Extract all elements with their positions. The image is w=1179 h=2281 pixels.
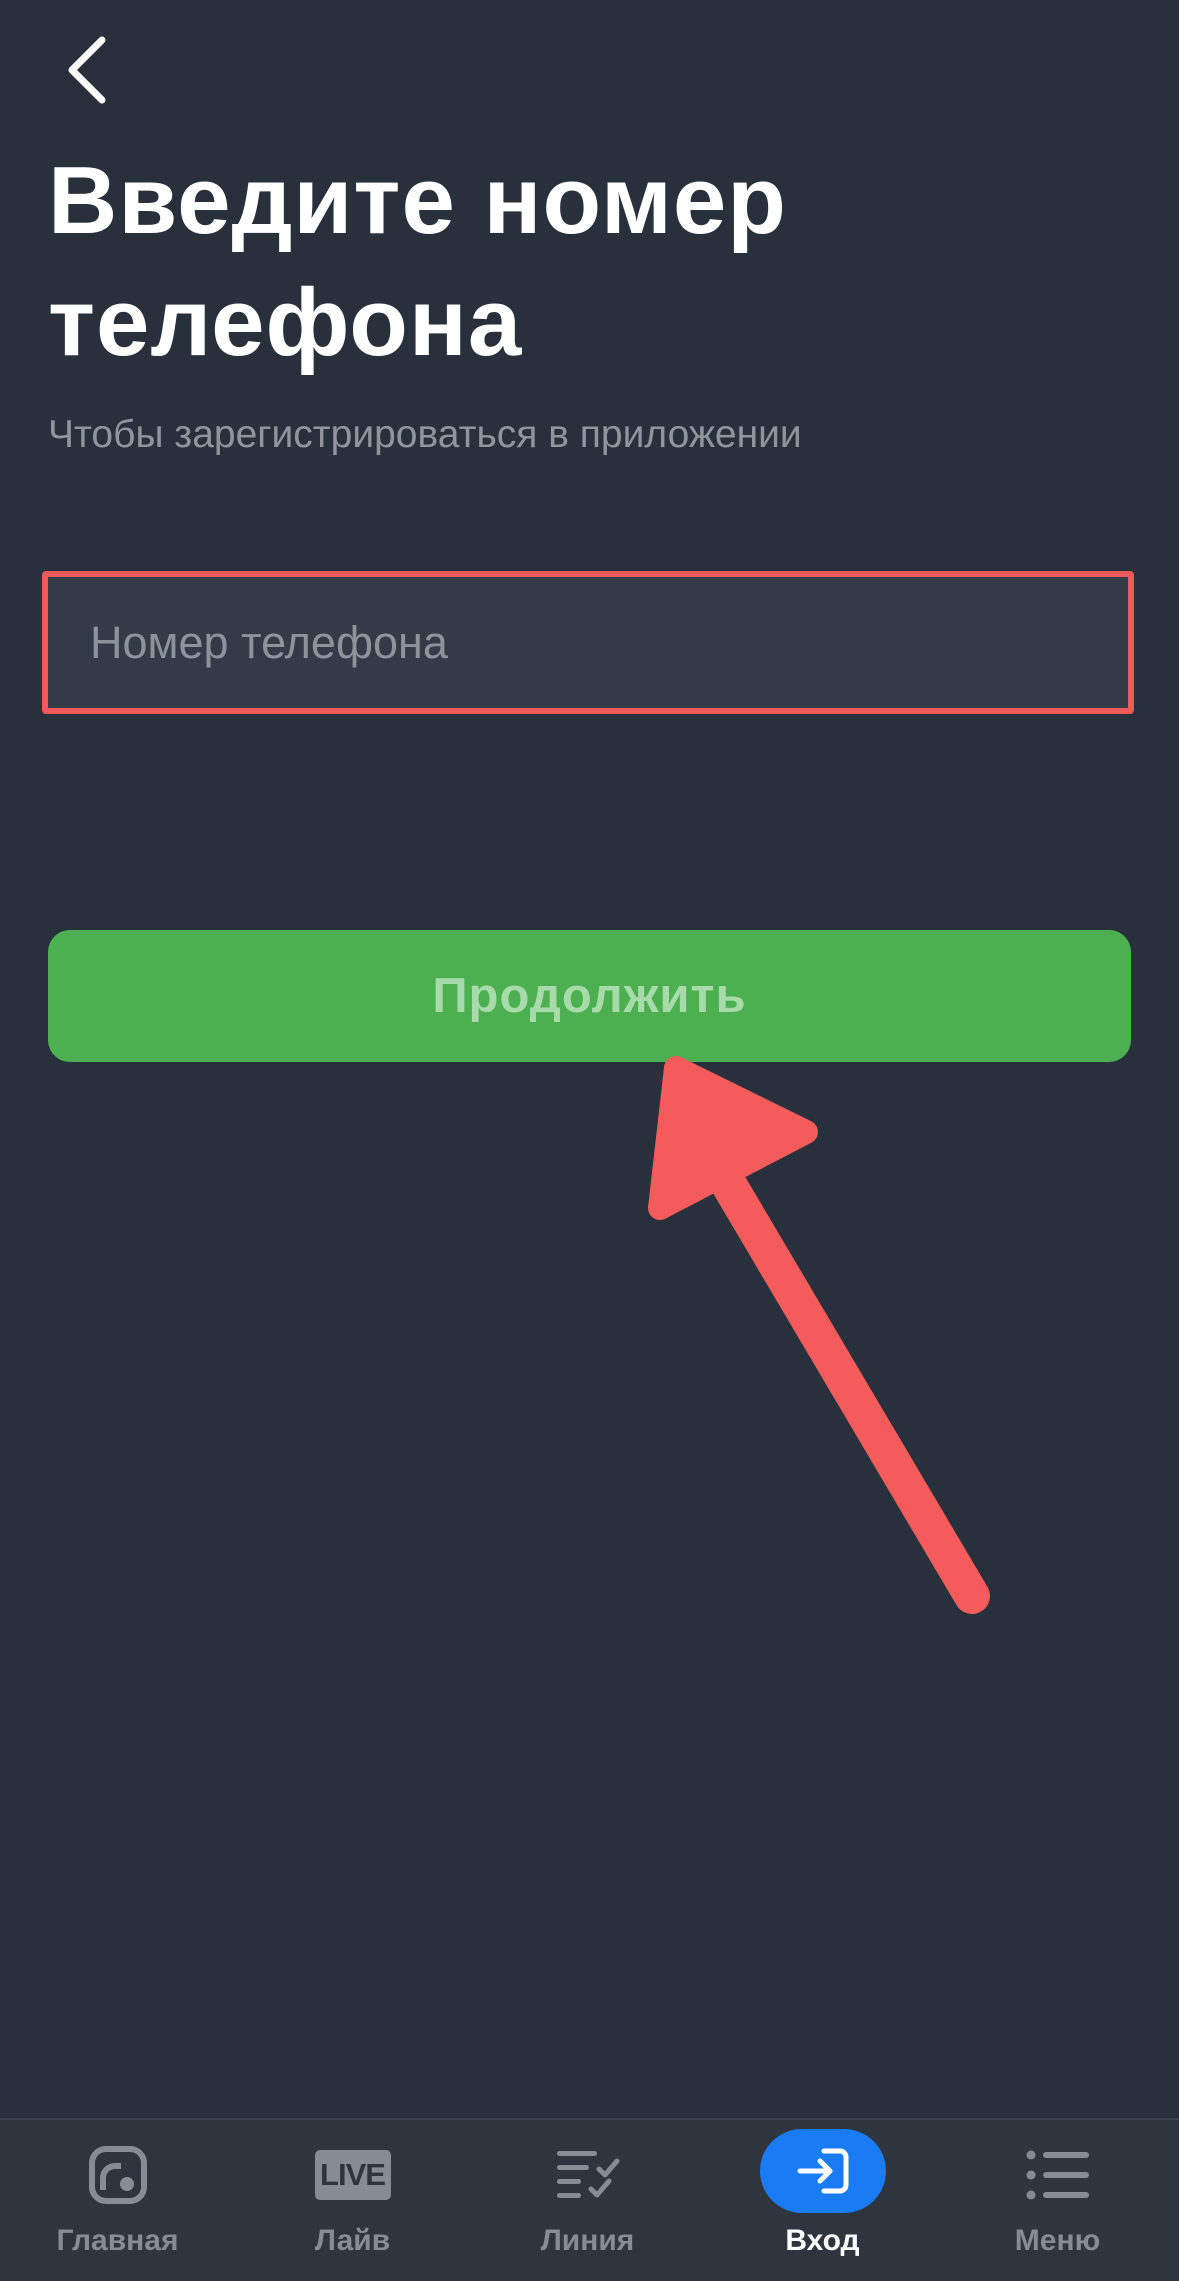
live-badge: LIVE — [314, 2150, 391, 2200]
tab-live[interactable]: LIVE Лайв — [235, 2120, 470, 2281]
checklist-icon — [555, 2142, 621, 2208]
page-subtitle: Чтобы зарегистрироваться в приложении — [48, 413, 802, 456]
live-badge-icon: LIVE — [314, 2142, 391, 2208]
tab-login-icon-wrap — [759, 2129, 886, 2213]
back-button[interactable] — [50, 30, 130, 110]
tab-login[interactable]: Вход — [705, 2120, 940, 2281]
annotation-arrow — [620, 1040, 1040, 1630]
menu-list-icon — [1025, 2142, 1091, 2208]
tab-label-live: Лайв — [314, 2224, 391, 2257]
phone-field-highlight — [42, 571, 1134, 714]
tab-label-home: Главная — [56, 2224, 179, 2257]
page-title: Введите номер телефона — [48, 140, 1128, 384]
tab-line[interactable]: Линия — [470, 2120, 705, 2281]
chevron-left-icon — [68, 36, 106, 104]
tab-label-line: Линия — [540, 2224, 635, 2257]
tab-menu[interactable]: Меню — [940, 2120, 1175, 2281]
continue-button[interactable]: Продолжить — [48, 930, 1131, 1062]
login-icon — [759, 2129, 886, 2213]
tab-label-login: Вход — [785, 2224, 860, 2257]
arrow-icon — [648, 1056, 990, 1614]
tab-label-menu: Меню — [1014, 2224, 1101, 2257]
home-dashboard-icon — [87, 2142, 149, 2208]
page-title-line-2: телефона — [48, 269, 523, 376]
bottom-tab-bar: Главная LIVE Лайв Линия Вход Меню — [0, 2118, 1179, 2281]
tab-home[interactable]: Главная — [0, 2120, 235, 2281]
phone-number-input[interactable] — [48, 577, 1128, 708]
page-title-line-1: Введите номер — [48, 147, 787, 254]
